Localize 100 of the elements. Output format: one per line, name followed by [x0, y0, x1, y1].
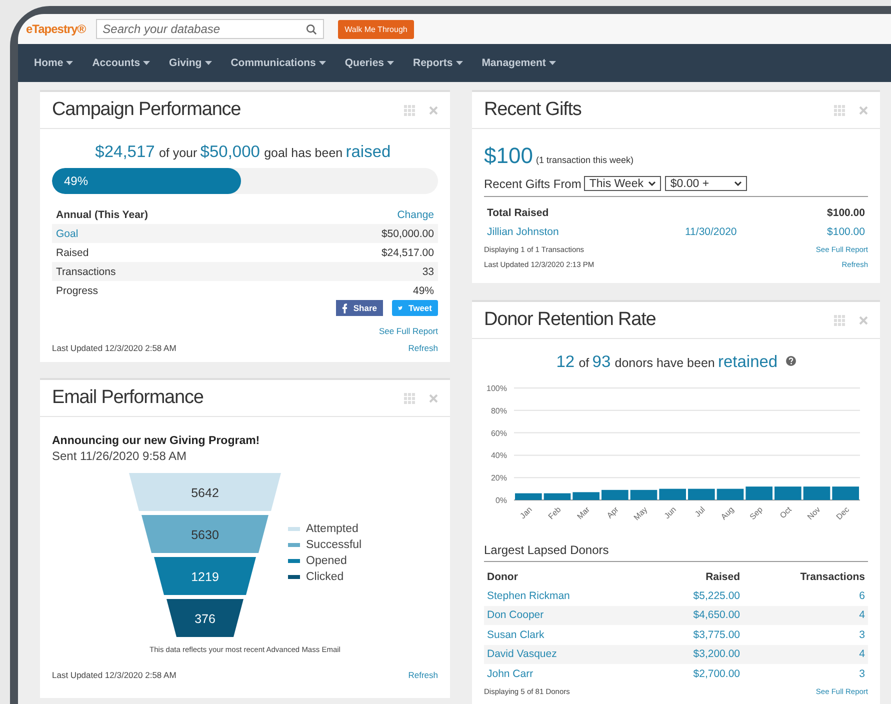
x-axis-label: Sep [748, 505, 764, 522]
table-cell-text: $3,200.00 [692, 648, 740, 660]
x-axis-label: Jan [518, 505, 534, 521]
close-icon[interactable] [859, 106, 868, 114]
total-label: Total Raised [487, 206, 549, 218]
donor-link[interactable]: Don Cooper [487, 609, 660, 622]
close-icon[interactable] [859, 316, 868, 324]
table-cell-text: 3 [858, 628, 865, 641]
x-axis-label: Nov [806, 505, 822, 522]
email-subject: Announcing our new Giving Program! [52, 435, 261, 447]
amount-select[interactable]: $0.00 + [665, 176, 748, 191]
table-cell-text: 4 [858, 648, 865, 660]
transaction-note: (1 transaction this week) [536, 155, 634, 165]
nav-menu-item[interactable]: Management [482, 57, 546, 69]
legend-label: Clicked [306, 571, 344, 583]
chart-bar [716, 488, 744, 500]
x-axis-label: May [632, 505, 650, 522]
x-axis-label: Jul [693, 505, 707, 519]
caret-icon [318, 61, 326, 65]
panel-title: Email Performance [52, 387, 204, 409]
funnel-stage: 376 [166, 599, 244, 637]
tweet-button[interactable]: Tweet [392, 300, 438, 316]
column-header: Raised [704, 570, 740, 583]
y-axis-label: 60% [490, 428, 507, 438]
section-title: Largest Lapsed Donors [484, 543, 868, 562]
chart-bar [544, 493, 571, 500]
donor-link[interactable]: John Carr [487, 668, 660, 680]
total-value: $100.00 [827, 206, 865, 218]
refresh-link[interactable]: Refresh [408, 343, 438, 353]
x-axis-label: Mar [575, 505, 592, 522]
logo[interactable]: eTapestry® [26, 22, 86, 36]
caret-icon [548, 61, 556, 65]
nav-menu-item[interactable]: Queries [344, 57, 384, 69]
grid-icon[interactable] [834, 314, 845, 326]
table-cell-text: $4,650.00 [692, 609, 740, 622]
y-axis-label: 40% [490, 451, 507, 460]
table-cell-text: $3,775.00 [692, 628, 740, 641]
chart-bar [832, 486, 859, 500]
facebook-share-button[interactable]: Share [336, 300, 383, 316]
refresh-link[interactable]: Refresh [408, 670, 438, 680]
donor-link[interactable]: Susan Clark [487, 628, 660, 641]
chart-bar [688, 488, 715, 500]
panel-title: Campaign Performance [52, 99, 241, 121]
table-heading: Annual (This Year) [56, 208, 148, 220]
grid-icon[interactable] [404, 104, 415, 116]
y-axis-label: 20% [490, 474, 507, 483]
row-value: $24,517.00 [381, 246, 434, 258]
last-updated-text: Last Updated 12/3/2020 2:58 AM [52, 670, 176, 680]
nav-menu-item[interactable]: Home [34, 57, 64, 69]
nav-menu-item[interactable]: Accounts [92, 57, 140, 69]
donor-link[interactable]: Jillian Johnston [487, 226, 685, 238]
table-cell-text: $2,700.00 [692, 668, 740, 680]
y-axis-label: 0% [495, 496, 507, 505]
grid-icon[interactable] [834, 104, 845, 116]
caret-icon [387, 61, 394, 65]
campaign-summary: $24,517 of your $50,000 goal has been raised [94, 143, 392, 162]
donor-link[interactable]: Stephen Rickman [487, 590, 660, 602]
row-label: Progress [56, 284, 98, 296]
row-value: 49% [412, 284, 434, 296]
period-select[interactable]: This Week [584, 176, 662, 191]
x-axis-label: Oct [778, 505, 794, 520]
change-link[interactable]: Change [397, 208, 434, 220]
x-axis-label: Feb [546, 505, 563, 522]
row-value: $50,000.00 [381, 228, 434, 240]
bird-icon [398, 304, 403, 312]
close-icon[interactable] [429, 106, 438, 114]
help-icon[interactable] [786, 356, 796, 366]
donor-link[interactable]: David Vasquez [487, 648, 660, 660]
goal-link[interactable]: Goal [56, 228, 78, 240]
chart-bar [630, 490, 658, 500]
legend-label: Successful [306, 539, 362, 551]
grid-icon[interactable] [404, 392, 415, 404]
full-report-link[interactable]: See Full Report [378, 326, 438, 336]
funnel-stage: 5642 [129, 473, 281, 511]
panel-title: Recent Gifts [484, 99, 582, 121]
search-icon[interactable] [306, 24, 317, 35]
chevron-icon [648, 181, 656, 186]
chart-bar [774, 486, 802, 500]
column-header: Donor [487, 570, 519, 583]
x-axis-label: Aug [719, 505, 736, 522]
caret-icon [456, 61, 463, 65]
column-header: Transactions [799, 570, 865, 583]
search-field[interactable]: Search your database [96, 19, 324, 39]
facebook-icon [342, 302, 348, 314]
table-cell-text: 3 [858, 668, 865, 680]
table-cell-text: $5,225.00 [692, 590, 740, 602]
gift-date: 11/30/2020 [685, 226, 738, 238]
table-cell-text: 4 [858, 609, 865, 622]
caret-icon [143, 61, 150, 65]
chart-bar [803, 486, 830, 500]
nav-menu-item[interactable]: Communications [230, 57, 316, 69]
nav-menu-item[interactable]: Giving [169, 57, 202, 69]
chart-bar [602, 490, 628, 500]
nav-menu-item[interactable]: Reports [413, 57, 453, 69]
filter-label: Recent Gifts From [484, 176, 582, 190]
funnel-stage: 5630 [142, 515, 268, 553]
panel-title: Donor Retention Rate [484, 309, 656, 331]
close-icon[interactable] [429, 394, 438, 402]
walk-me-through-button[interactable]: Walk Me Through [338, 20, 414, 38]
row-label: Raised [56, 246, 89, 258]
